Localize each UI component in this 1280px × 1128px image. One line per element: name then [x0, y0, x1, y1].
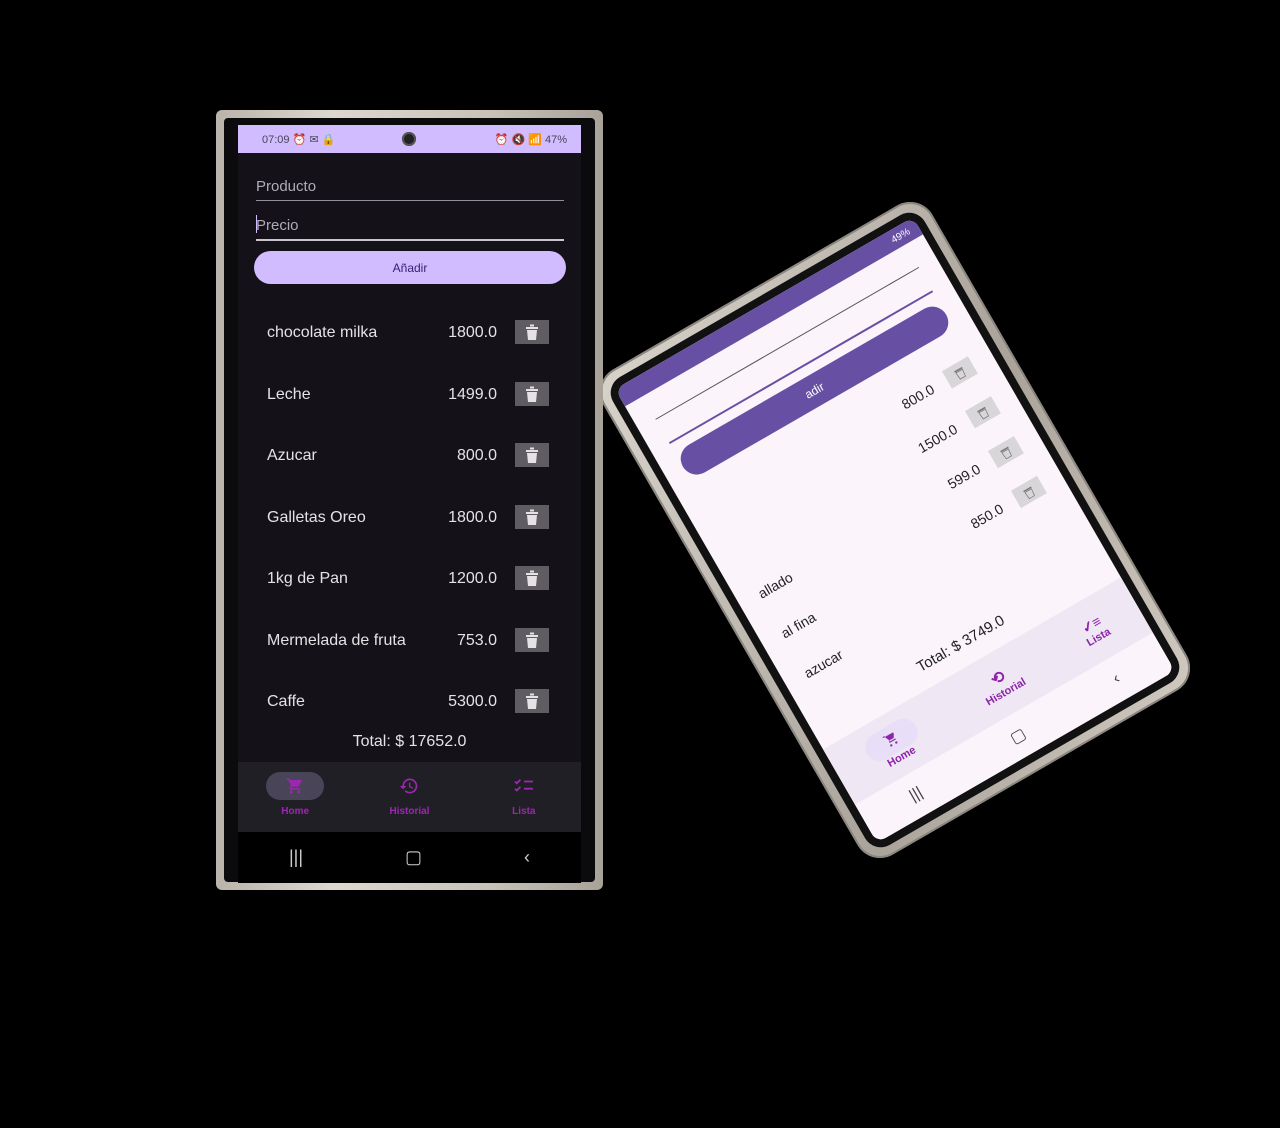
- list-item: 1kg de Pan 1200.0: [238, 549, 581, 611]
- back-delete-button[interactable]: [964, 396, 1001, 429]
- back-battery-text: 49%: [889, 225, 913, 246]
- item-name: Galletas Oreo: [267, 508, 366, 526]
- status-time: 07:09 ⏰ ✉ 🔒: [262, 133, 336, 146]
- list-item: Galletas Oreo 1800.0: [238, 488, 581, 550]
- system-nav: ||| ▢ ‹: [238, 832, 581, 883]
- battery-text: 47%: [544, 133, 567, 146]
- list-item: Leche 1499.0: [238, 365, 581, 427]
- list-item: Caffe 5300.0: [238, 672, 581, 734]
- list-item: Mermelada de fruta 753.0: [238, 611, 581, 673]
- delete-button[interactable]: [515, 504, 549, 529]
- back-nav-list[interactable]: ✓≡ Lista: [1076, 611, 1112, 649]
- back-icon[interactable]: ‹: [524, 847, 530, 868]
- add-button[interactable]: Añadir: [254, 251, 566, 284]
- item-name: 1kg de Pan: [267, 570, 348, 587]
- item-name: Mermelada de fruta: [267, 631, 406, 649]
- back-phone-screen: 49% adir 800.0 1500.0 allado 599.0 al fina 85…: [615, 217, 1175, 843]
- text-caret: [256, 215, 257, 233]
- history-icon: [380, 772, 438, 800]
- back-back-icon[interactable]: ‹: [1110, 670, 1124, 688]
- product-field[interactable]: [256, 172, 564, 201]
- back-delete-button[interactable]: [1010, 475, 1047, 509]
- price-field[interactable]: [256, 211, 564, 241]
- back-trash-icon: [1000, 446, 1012, 460]
- nav-home[interactable]: Home: [245, 762, 345, 832]
- item-price: 1800.0: [448, 508, 497, 526]
- back-trash-icon: [977, 406, 989, 420]
- back-phone: 49% adir 800.0 1500.0 allado 599.0 al fina 85…: [590, 192, 1200, 868]
- cart-icon: [266, 772, 325, 800]
- back-delete-button[interactable]: [941, 356, 978, 389]
- bottom-nav: Home Historial Lista: [238, 762, 581, 832]
- nav-list-label: Lista: [512, 806, 536, 817]
- front-phone-screen: 07:09 ⏰ ✉ 🔒 ⏰ 🔇 📶 47% Añadir chocolate m…: [238, 125, 581, 883]
- item-name: Azucar: [267, 447, 317, 464]
- item-price: 753.0: [456, 631, 497, 649]
- camera-cutout: [402, 132, 416, 146]
- nav-home-label: Home: [281, 806, 310, 817]
- trash-icon: [526, 324, 538, 340]
- delete-button[interactable]: [515, 320, 549, 344]
- total-text: Total: $ 17652.0: [352, 733, 467, 750]
- back-add-label: adir: [802, 379, 827, 402]
- delete-button[interactable]: [515, 443, 549, 467]
- item-name: Leche: [267, 385, 311, 403]
- time-text: 07:09: [262, 133, 290, 146]
- trash-icon: [526, 632, 538, 648]
- status-right: ⏰ 🔇 📶 47%: [494, 133, 567, 146]
- delete-button[interactable]: [515, 689, 549, 713]
- list-item: Azucar 800.0: [238, 426, 581, 488]
- trash-icon: [526, 447, 538, 463]
- trash-icon: [526, 386, 538, 402]
- trash-icon: [526, 570, 538, 586]
- product-list: chocolate milka 1800.0 Leche 1499.0 Azucar 80…: [238, 303, 581, 734]
- price-input[interactable]: [256, 211, 564, 239]
- back-recents-icon[interactable]: |||: [906, 784, 926, 806]
- back-delete-button[interactable]: [987, 435, 1024, 469]
- back-status-bar: 49%: [615, 217, 923, 407]
- item-price: 1499.0: [448, 385, 497, 403]
- delete-button[interactable]: [515, 627, 549, 652]
- back-nav-history[interactable]: ⟲ Historial: [974, 659, 1028, 708]
- delete-button[interactable]: [515, 566, 549, 590]
- item-price: 1800.0: [448, 324, 497, 341]
- back-home-icon[interactable]: ▢: [1007, 724, 1030, 749]
- list-item: chocolate milka 1800.0: [238, 303, 581, 365]
- nav-history[interactable]: Historial: [359, 762, 459, 832]
- item-name: chocolate milka: [267, 324, 378, 341]
- delete-button[interactable]: [515, 381, 549, 406]
- back-item-price: [956, 547, 1025, 587]
- back-trash-icon: [1023, 486, 1035, 500]
- home-icon[interactable]: ▢: [405, 847, 422, 868]
- nav-list[interactable]: Lista: [474, 762, 574, 832]
- trash-icon: [526, 509, 538, 525]
- product-input[interactable]: [256, 172, 564, 200]
- checklist-icon: [495, 772, 553, 800]
- trash-icon: [526, 693, 538, 709]
- item-price: 1200.0: [448, 570, 497, 587]
- front-phone: 07:09 ⏰ ✉ 🔒 ⏰ 🔇 📶 47% Añadir chocolate m…: [216, 110, 603, 890]
- nav-history-label: Historial: [389, 806, 430, 817]
- item-price: 800.0: [456, 447, 497, 464]
- item-name: Caffe: [267, 693, 305, 710]
- recents-icon[interactable]: |||: [289, 847, 303, 868]
- back-trash-icon: [954, 366, 966, 380]
- item-price: 5300.0: [448, 693, 497, 710]
